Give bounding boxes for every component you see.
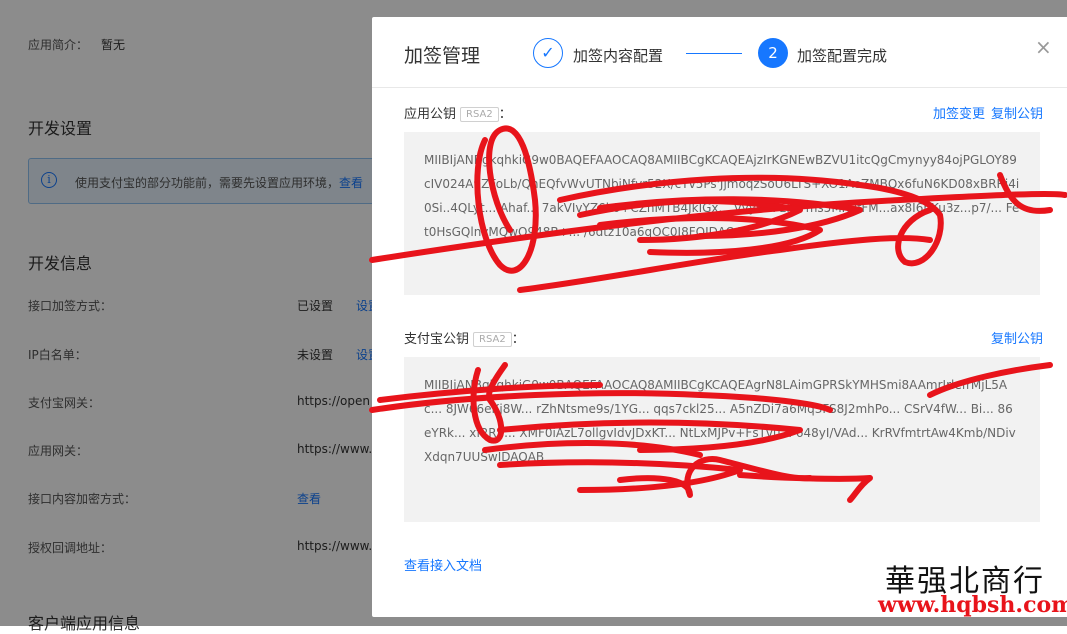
view-docs-link[interactable]: 查看接入文档: [404, 555, 482, 574]
step2-number: 2: [758, 38, 788, 68]
modal-header: 加签管理 ✓ 加签内容配置 2 加签配置完成 ×: [372, 17, 1067, 88]
watermark-url: www.hqbsh.com: [878, 592, 1067, 618]
alipay-key-colon: ：: [511, 332, 525, 347]
copy-alipay-key-button[interactable]: 复制公钥: [991, 328, 1043, 347]
app-key-colon: ：: [498, 107, 512, 122]
step-connector: [686, 53, 742, 54]
alipay-public-key-label: 支付宝公钥 RSA2：: [404, 328, 525, 347]
app-public-key-box: MIIBIjANBgkqhkiG9w0BAQEFAAOCAQ8AMIIBCgKC…: [404, 132, 1040, 295]
rsa2-badge: RSA2: [460, 107, 499, 122]
modal-title: 加签管理: [404, 45, 481, 67]
step2-label: 加签配置完成: [797, 47, 888, 65]
step1-label: 加签内容配置: [573, 47, 664, 65]
rsa2-badge: RSA2: [473, 332, 512, 347]
close-icon[interactable]: ×: [1035, 35, 1052, 59]
alipay-public-key-box: MIIBIjANBgkqhkiG9w0BAQEFAAOCAQ8AMIIBCgKC…: [404, 357, 1040, 522]
app-key-label-text: 应用公钥: [404, 107, 457, 122]
alipay-key-label-text: 支付宝公钥: [404, 332, 470, 347]
sign-management-modal: 加签管理 ✓ 加签内容配置 2 加签配置完成 × 应用公钥 RSA2： 加签变更 …: [372, 17, 1067, 617]
step-done-check-icon: ✓: [533, 38, 563, 68]
app-public-key-label: 应用公钥 RSA2：: [404, 103, 512, 122]
copy-app-key-button[interactable]: 复制公钥: [991, 103, 1043, 122]
change-sign-button[interactable]: 加签变更: [933, 103, 985, 122]
